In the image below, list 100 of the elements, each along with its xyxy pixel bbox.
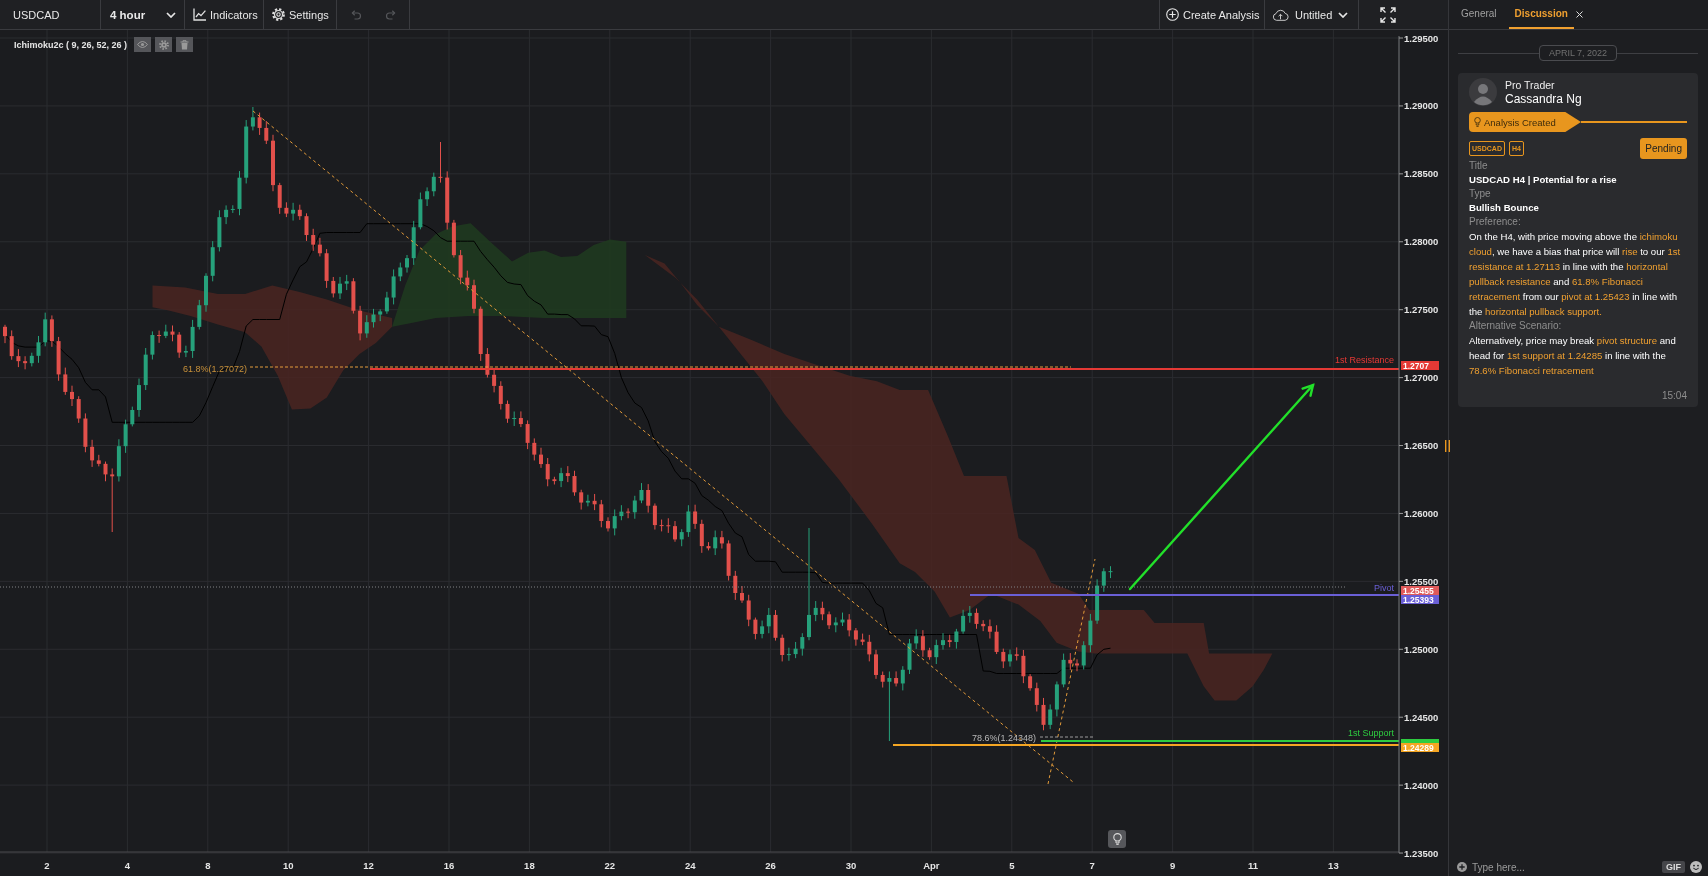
eye-icon <box>137 41 149 48</box>
tick-mark-icon <box>1399 784 1403 786</box>
fibonacci-line <box>1038 736 1093 738</box>
plus-circle-icon[interactable] <box>1457 862 1467 872</box>
date-axis-label: 9 <box>1169 860 1176 871</box>
tick-mark-icon <box>1399 512 1403 514</box>
create-analysis-button[interactable]: Create Analysis <box>1159 0 1265 29</box>
tick-mark-icon <box>1399 377 1403 379</box>
date-axis-label: 10 <box>282 860 294 871</box>
fibonacci-label: 61.8%(1.27072) <box>183 363 248 374</box>
price-axis-label: 1.28500 <box>1404 168 1439 180</box>
price-axis-label: 1.25500 <box>1404 575 1439 587</box>
tick-mark-icon <box>1399 716 1403 718</box>
gif-button[interactable]: GIF <box>1662 861 1685 873</box>
settings-icon <box>158 39 169 50</box>
fullscreen-icon <box>1380 6 1396 23</box>
price-axis-label: 1.29000 <box>1404 100 1439 112</box>
field-value: USDCAD H4 | Potential for a rise <box>1469 173 1618 187</box>
tick-mark-icon <box>1399 580 1403 582</box>
message-time: 15:04 <box>1660 390 1687 401</box>
date-axis-label: 18 <box>524 860 535 871</box>
price-axis-label: 1.24500 <box>1404 711 1439 723</box>
status-badge: Pending <box>1640 138 1687 159</box>
date-axis-label: Apr <box>923 860 940 871</box>
lightbulb-icon <box>1474 117 1481 127</box>
field-label: Alternative Scenario: <box>1469 319 1563 333</box>
price-tag: 1.2707 <box>1401 361 1439 371</box>
date-axis-label: 5 <box>1009 860 1015 871</box>
panel-tab[interactable]: General <box>1455 0 1503 29</box>
symbol-button[interactable]: USDCAD <box>0 0 101 29</box>
layout-dropdown[interactable]: Untitled <box>1265 0 1359 29</box>
cloud-upload-icon <box>1272 8 1289 21</box>
date-axis-label: 16 <box>443 860 455 871</box>
tick-mark-icon <box>1399 445 1403 446</box>
date-axis-label: 4 <box>124 860 131 871</box>
line-chart-icon <box>193 8 206 21</box>
trash-icon <box>180 39 190 50</box>
date-separator: APRIL 7, 2022 <box>1538 45 1618 61</box>
date-axis-label: 8 <box>205 860 211 871</box>
price-tag: 1.24289 <box>1401 743 1439 753</box>
lightbulb-icon <box>1112 833 1122 845</box>
timeframe-dropdown[interactable]: 4 hour <box>101 0 185 29</box>
date-axis-label: 7 <box>1089 860 1095 871</box>
date-axis-label: 24 <box>684 860 696 871</box>
indicator-settings-button[interactable] <box>155 37 173 52</box>
field-label: Type <box>1469 187 1492 201</box>
chevron-down-icon <box>1338 11 1349 18</box>
tick-mark-icon <box>1399 648 1403 650</box>
fibonacci-label: 78.6%(1.24348) <box>972 732 1037 743</box>
delete-button[interactable] <box>176 37 194 52</box>
level-label: 1st Resistance <box>1334 355 1394 365</box>
settings-button[interactable]: Settings <box>264 0 337 29</box>
price-marker-icon <box>1401 739 1439 743</box>
date-axis-label: 2 <box>44 860 50 871</box>
avatar-icon <box>1469 78 1497 106</box>
field-paragraph: Alternatively, price may break pivot structure and head for 1st support at 1.24285 in line with the 78.6% Fibonacci retracement <box>1469 334 1677 378</box>
date-axis-label: 22 <box>604 860 616 871</box>
indicators-button[interactable]: Indicators <box>185 0 264 29</box>
tick-mark-icon <box>1399 173 1403 175</box>
date-axis-label: 30 <box>845 860 857 871</box>
tick-mark-icon <box>1399 37 1403 39</box>
date-axis-label: 26 <box>765 860 776 871</box>
date-axis-label: 13 <box>1328 860 1339 871</box>
chevron-down-icon <box>166 11 176 18</box>
price-axis-label: 1.28000 <box>1404 236 1439 248</box>
price-axis-label: 1.26000 <box>1404 507 1439 519</box>
tick-mark-icon <box>1399 309 1403 311</box>
author-role: Pro Trader <box>1505 78 1556 92</box>
author-name: Cassandra Ng <box>1505 91 1582 106</box>
emoji-icon[interactable] <box>1690 861 1702 873</box>
price-axis-label: 1.26500 <box>1404 440 1439 451</box>
price-axis-label: 1.27000 <box>1404 372 1439 384</box>
redo-icon <box>384 9 398 20</box>
visibility-button[interactable] <box>134 37 152 52</box>
price-axis-label: 1.24000 <box>1404 779 1439 791</box>
event-label: Analysis Created <box>1484 116 1556 128</box>
message-input[interactable]: Type here... <box>1472 860 1657 874</box>
close-icon[interactable] <box>1575 11 1583 18</box>
level-label: 1st Support <box>1347 728 1394 738</box>
price-axis-label: 1.29500 <box>1404 32 1439 44</box>
settings-icon <box>272 8 285 21</box>
price-tag: 1.25393 <box>1401 595 1439 605</box>
date-axis-label: 11 <box>1248 860 1258 871</box>
field-label: Preference: <box>1469 215 1522 229</box>
idea-button[interactable] <box>1108 830 1126 848</box>
date-axis-label: 12 <box>363 860 374 871</box>
price-axis-label: 1.27500 <box>1404 304 1439 316</box>
price-axis-label: 1.23500 <box>1404 847 1439 859</box>
price-tag: 1.25455 <box>1401 586 1439 596</box>
panel-tab[interactable]: Discussion <box>1508 0 1574 29</box>
tick-mark-icon <box>1399 241 1403 243</box>
plus-circle-icon <box>1166 8 1179 21</box>
level-label: Pivot <box>1374 583 1394 593</box>
tick-mark-icon <box>1399 852 1403 854</box>
price-axis-label: 1.25000 <box>1404 643 1439 655</box>
tick-mark-icon <box>1399 105 1403 107</box>
field-value: Bullish Bounce <box>1469 201 1540 215</box>
field-paragraph: On the H4, with price moving above the ichimoku cloud, we have a bias that price will rise to our 1st resistance at 1.27113 in line with the horizontal pullback resistance and 61.8% Fibonacci retracement from our pivot at 1.25423 in line with the horizontal pullback support. <box>1469 230 1682 319</box>
indicator-label: Ichimoku2c ( 9, 26, 52, 26 ) <box>14 39 128 50</box>
field-label: Title <box>1469 159 1489 173</box>
